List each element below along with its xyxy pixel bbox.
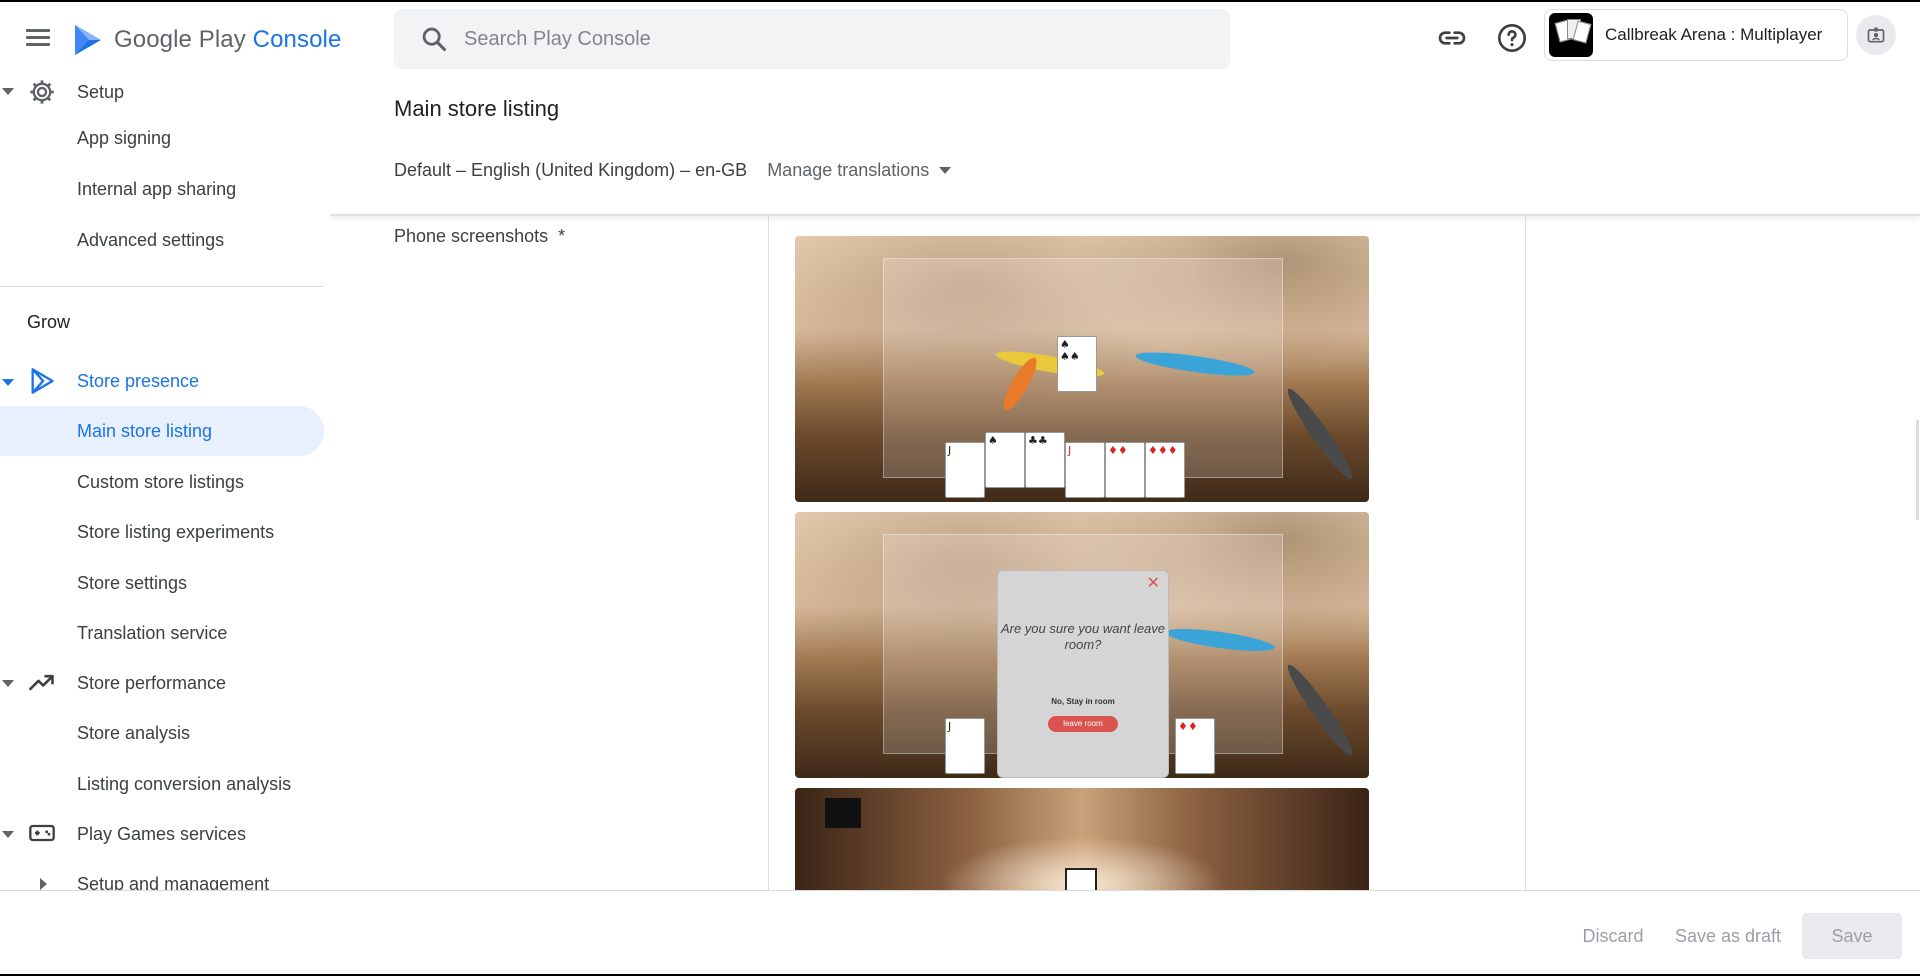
sidebar-item-label: Internal app sharing	[77, 178, 237, 199]
phone-screenshots-text: Phone screenshots	[394, 226, 549, 246]
sidebar-item-label: App signing	[77, 127, 172, 148]
sidebar-item-label: Main store listing	[77, 420, 213, 441]
sidebar-item-main-store-listing[interactable]: Main store listing	[0, 406, 324, 456]
logo-google-play: Google Play	[114, 26, 246, 53]
hamburger-menu-icon[interactable]	[26, 26, 56, 50]
sidebar-item-store-listing-experiments[interactable]: Store listing experiments	[0, 507, 324, 557]
playing-card: ♠	[985, 432, 1025, 488]
sidebar-item-play-games-services[interactable]: Play Games services	[0, 809, 324, 859]
footer-action-bar: Discard Save as draft Save	[0, 890, 1920, 976]
playing-card: J	[945, 718, 985, 774]
language-row: Default – English (United Kingdom) – en-…	[394, 160, 952, 181]
search-icon	[422, 27, 447, 52]
default-language: Default – English (United Kingdom) – en-…	[394, 160, 748, 180]
sidebar-item-store-performance[interactable]: Store performance	[0, 658, 324, 708]
save-button[interactable]: Save	[1802, 913, 1902, 959]
sidebar-item-label: Store listing experiments	[77, 521, 275, 542]
playing-card: ♦♦♦	[1145, 442, 1185, 498]
phone-screenshot-1[interactable]: ♠ ♠♠ J ♠ ♣♣ J ♦♦ ♦♦♦	[795, 236, 1369, 502]
sidebar-item-store-analysis[interactable]: Store analysis	[0, 708, 324, 758]
playing-card: ♦♦	[1175, 718, 1215, 774]
section-grow: Grow	[27, 312, 71, 332]
sidebar-item-label: Custom store listings	[77, 471, 245, 492]
chevron-down-icon	[939, 167, 952, 174]
column-divider	[1525, 216, 1526, 890]
manage-translations-button[interactable]: Manage translations	[767, 160, 952, 181]
sidebar-item-translation-service[interactable]: Translation service	[0, 608, 324, 658]
leave-room-dialog: ✕ Are you sure you want leave room? No, …	[997, 570, 1169, 778]
account-badge-icon[interactable]	[1856, 15, 1896, 55]
sidebar-item-internal-app-sharing[interactable]: Internal app sharing	[0, 164, 324, 214]
sidebar-item-label: Store settings	[77, 572, 188, 593]
playing-card: J	[945, 442, 985, 498]
sidebar-item-label: Setup	[77, 81, 125, 102]
dialog-message: Are you sure you want leave room?	[1000, 621, 1166, 652]
sidebar-item-label: Store performance	[77, 672, 227, 693]
playing-card: J	[1065, 442, 1105, 498]
sidebar-item-custom-store-listings[interactable]: Custom store listings	[0, 457, 324, 507]
sidebar: Setup App signing Internal app sharing A…	[0, 76, 330, 890]
play-logo-icon	[75, 25, 101, 55]
sidebar-item-store-presence[interactable]: Store presence	[0, 356, 324, 406]
sidebar-divider	[0, 286, 324, 287]
logo-console: Console	[252, 26, 342, 53]
manage-translations-label: Manage translations	[767, 160, 930, 180]
sidebar-item-label: Listing conversion analysis	[77, 773, 292, 794]
phone-screenshot-3[interactable]	[795, 788, 1369, 890]
sidebar-item-app-signing[interactable]: App signing	[0, 113, 324, 163]
required-marker: *	[558, 226, 566, 246]
playing-card: ♦♦	[1105, 442, 1145, 498]
sidebar-item-setup[interactable]: Setup	[0, 76, 324, 117]
top-border	[0, 0, 1920, 2]
dialog-stay-text: No, Stay in room	[1051, 697, 1115, 706]
sidebar-item-label: Translation service	[77, 622, 228, 643]
phone-screenshots-label: Phone screenshots *	[394, 226, 565, 247]
sidebar-item-listing-conversion-analysis[interactable]: Listing conversion analysis	[0, 759, 324, 809]
save-as-draft-button[interactable]: Save as draft	[1666, 913, 1790, 959]
back-icon	[825, 798, 861, 828]
column-divider	[768, 216, 769, 890]
sidebar-item-label: Advanced settings	[77, 229, 225, 250]
app-name: Callbreak Arena : Multiplayer	[1605, 25, 1823, 44]
discard-button[interactable]: Discard	[1568, 913, 1658, 959]
playing-card: ♣♣	[1025, 432, 1065, 488]
sidebar-item-store-settings[interactable]: Store settings	[0, 558, 324, 608]
google-play-console-logo[interactable]: Google Play Console	[72, 20, 341, 60]
playing-card: ♠ ♠♠	[1057, 336, 1097, 392]
phone-screenshot-2[interactable]: J ♦♦ ✕ Are you sure you want leave room?…	[795, 512, 1369, 778]
sidebar-item-label: Play Games services	[77, 823, 247, 844]
app-icon	[1549, 13, 1593, 57]
sidebar-item-setup-and-management[interactable]: Setup and management	[0, 859, 324, 891]
logo-text: Google Play Console	[114, 26, 341, 54]
dialog-leave-button: leave room	[1048, 716, 1118, 732]
sidebar-item-label: Store analysis	[77, 722, 191, 743]
content-area: Phone screenshots * ♠ ♠♠ J ♠ ♣♣ J ♦♦ ♦♦♦ …	[330, 216, 1920, 890]
search-bar[interactable]	[394, 9, 1230, 69]
page-title: Main store listing	[394, 96, 560, 121]
scrollbar[interactable]	[1916, 420, 1919, 520]
search-input[interactable]	[464, 27, 1164, 51]
boat-shape	[1281, 384, 1359, 484]
sidebar-item-label: Store presence	[77, 370, 200, 391]
app-selector[interactable]: Callbreak Arena : Multiplayer	[1544, 9, 1848, 61]
sidebar-item-label: Setup and management	[77, 873, 270, 891]
close-icon: ✕	[1146, 575, 1160, 592]
sidebar-item-advanced-settings[interactable]: Advanced settings	[0, 215, 324, 265]
card-back-icon	[1065, 868, 1097, 890]
help-icon[interactable]	[1496, 22, 1528, 54]
badge-glyph-icon	[1867, 27, 1885, 43]
link-icon[interactable]	[1436, 22, 1468, 54]
top-app-bar: Google Play Console Callbreak Arena : Mu…	[0, 0, 1920, 76]
boat-shape	[1281, 660, 1359, 760]
